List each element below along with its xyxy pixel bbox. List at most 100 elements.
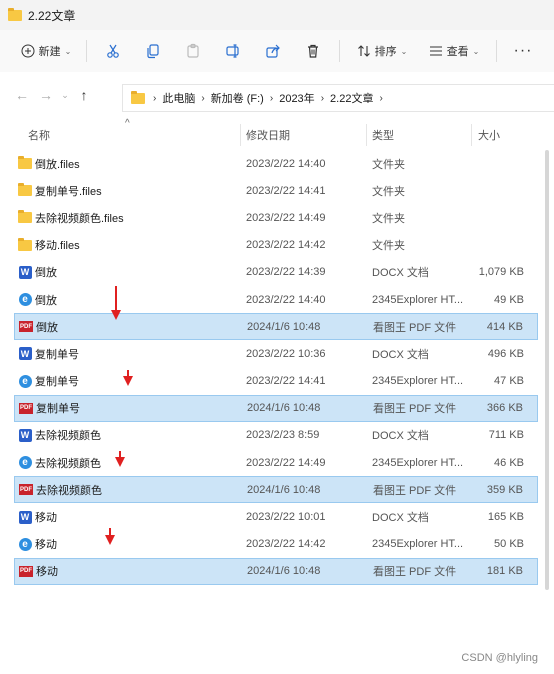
browser-glyph: e <box>18 374 32 388</box>
file-row[interactable]: 倒放.files 2023/2/22 14:40 文件夹 <box>14 150 538 177</box>
column-header-type[interactable]: 类型 <box>372 127 394 143</box>
sort-button[interactable]: 排序 ⌄ <box>346 36 418 66</box>
file-date: 2023/2/22 14:49 <box>246 456 326 469</box>
file-type: 文件夹 <box>372 158 405 171</box>
word-glyph: W <box>18 428 32 442</box>
file-date: 2023/2/22 14:41 <box>246 375 326 388</box>
chevron-right-icon[interactable]: › <box>201 93 204 104</box>
file-name: 去除视频颜色.files <box>35 212 124 225</box>
chevron-right-icon[interactable]: › <box>153 93 156 104</box>
title-bar: 2.22文章 <box>0 0 554 30</box>
file-row[interactable]: PDF 复制单号 2024/1/6 10:48 看图王 PDF 文件 366 KB <box>14 394 538 422</box>
file-date: 2024/1/6 10:48 <box>247 320 321 333</box>
file-row[interactable]: 去除视频颜色.files 2023/2/22 14:49 文件夹 <box>14 204 538 231</box>
file-type: 文件夹 <box>372 212 405 225</box>
share-button[interactable] <box>253 36 293 66</box>
column-divider[interactable] <box>471 124 472 146</box>
column-divider[interactable] <box>240 124 241 146</box>
file-row[interactable]: e 移动 2023/2/22 14:42 2345Explorer HT... 50 K… <box>14 531 538 558</box>
file-name: 去除视频颜色 <box>35 457 101 470</box>
view-lines-icon <box>429 46 442 56</box>
word-icon: W <box>18 428 32 442</box>
cut-button[interactable] <box>93 36 133 66</box>
more-options-button[interactable]: ··· <box>503 36 543 66</box>
file-name: 倒放.files <box>35 158 80 171</box>
view-button[interactable]: 查看 ⌄ <box>418 36 490 66</box>
file-size: 49 KB <box>494 293 524 306</box>
forward-arrow-icon[interactable]: → <box>34 87 58 103</box>
file-type: DOCX 文档 <box>372 348 429 361</box>
breadcrumb-current-folder[interactable]: 2.22文章 <box>330 90 373 106</box>
column-header-name[interactable]: 名称 <box>28 127 50 143</box>
word-icon: W <box>18 347 32 361</box>
file-name: 复制单号 <box>36 403 80 416</box>
file-row[interactable]: PDF 移动 2024/1/6 10:48 看图王 PDF 文件 181 KB <box>14 557 538 585</box>
file-size: 50 KB <box>494 538 524 551</box>
delete-button[interactable] <box>293 36 333 66</box>
up-arrow-icon[interactable]: ↑ <box>72 87 96 103</box>
file-row[interactable]: W 复制单号 2023/2/22 10:36 DOCX 文档 496 KB <box>14 340 538 367</box>
file-row[interactable]: W 移动 2023/2/22 10:01 DOCX 文档 165 KB <box>14 503 538 530</box>
word-icon: W <box>18 510 32 524</box>
vertical-scrollbar[interactable] <box>545 150 549 590</box>
column-header-date[interactable]: 修改日期 <box>246 127 290 143</box>
file-row[interactable]: e 倒放 2023/2/22 14:40 2345Explorer HT... 49 K… <box>14 286 538 313</box>
file-row[interactable]: 移动.files 2023/2/22 14:42 文件夹 <box>14 232 538 259</box>
file-date: 2024/1/6 10:48 <box>247 483 321 496</box>
file-name: 倒放 <box>35 294 57 307</box>
file-row[interactable]: 复制单号.files 2023/2/22 14:41 文件夹 <box>14 177 538 204</box>
scissors-icon <box>107 44 119 58</box>
file-type: 看图王 PDF 文件 <box>373 321 457 334</box>
pdf-icon: PDF <box>19 401 33 415</box>
file-type: DOCX 文档 <box>372 267 429 280</box>
toolbar-divider <box>86 40 87 62</box>
file-type: 2345Explorer HT... <box>372 456 464 469</box>
file-name: 移动 <box>35 539 57 552</box>
folder-icon <box>18 183 32 198</box>
file-size: 414 KB <box>486 320 523 333</box>
copy-button[interactable] <box>133 36 173 66</box>
chevron-down-icon: ⌄ <box>400 46 408 56</box>
file-size: 1,079 KB <box>478 266 524 279</box>
file-type: 2345Explorer HT... <box>372 375 464 388</box>
file-size: 165 KB <box>487 511 524 524</box>
file-row[interactable]: e 复制单号 2023/2/22 14:41 2345Explorer HT... 47… <box>14 368 538 395</box>
file-name: 去除视频颜色 <box>35 430 101 443</box>
file-row[interactable]: W 去除视频颜色 2023/2/23 8:59 DOCX 文档 711 KB <box>14 422 538 449</box>
plus-circle-icon <box>21 44 35 58</box>
file-row[interactable]: W 倒放 2023/2/22 14:39 DOCX 文档 1,079 KB <box>14 259 538 286</box>
back-arrow-icon[interactable]: ← <box>10 87 34 103</box>
column-header-size[interactable]: 大小 <box>478 127 500 143</box>
folder-shape <box>18 237 32 251</box>
file-row[interactable]: PDF 去除视频颜色 2024/1/6 10:48 看图王 PDF 文件 359 KB <box>14 476 538 504</box>
rename-button[interactable] <box>213 36 253 66</box>
pdf-icon: PDF <box>19 320 33 334</box>
browser-glyph: e <box>18 537 32 551</box>
address-bar[interactable]: › 此电脑 › 新加卷 (F:) › 2023年 › 2.22文章 › <box>122 84 554 112</box>
view-label: 查看 <box>446 46 469 58</box>
folder-shape <box>18 156 32 170</box>
file-date: 2023/2/22 14:42 <box>246 538 326 551</box>
pdf-glyph: PDF <box>19 565 33 577</box>
column-divider[interactable] <box>366 124 367 146</box>
chevron-down-icon[interactable]: › <box>379 93 382 104</box>
chevron-right-icon[interactable]: › <box>270 93 273 104</box>
breadcrumb-this-pc[interactable]: 此电脑 <box>162 90 195 106</box>
chevron-right-icon[interactable]: › <box>321 93 324 104</box>
new-button[interactable]: 新建 ⌄ <box>12 36 80 66</box>
paste-button[interactable] <box>173 36 213 66</box>
browser-icon: e <box>18 456 32 470</box>
breadcrumb-drive[interactable]: 新加卷 (F:) <box>211 90 264 106</box>
file-type: 2345Explorer HT... <box>372 293 464 306</box>
file-date: 2024/1/6 10:48 <box>247 402 321 415</box>
file-type: 文件夹 <box>372 185 405 198</box>
recent-locations-chevron-icon[interactable]: ⌄ <box>58 90 72 101</box>
file-size: 181 KB <box>486 565 523 578</box>
breadcrumb-year-folder[interactable]: 2023年 <box>279 90 314 106</box>
file-row[interactable]: e 去除视频颜色 2023/2/22 14:49 2345Explorer HT...… <box>14 449 538 476</box>
file-type: DOCX 文档 <box>372 430 429 443</box>
file-row[interactable]: PDF 倒放 2024/1/6 10:48 看图王 PDF 文件 414 KB <box>14 313 538 341</box>
file-list: 倒放.files 2023/2/22 14:40 文件夹 复制单号.files 2023… <box>14 150 538 585</box>
chevron-down-icon: ⌄ <box>472 46 480 56</box>
pdf-glyph: PDF <box>19 484 33 496</box>
